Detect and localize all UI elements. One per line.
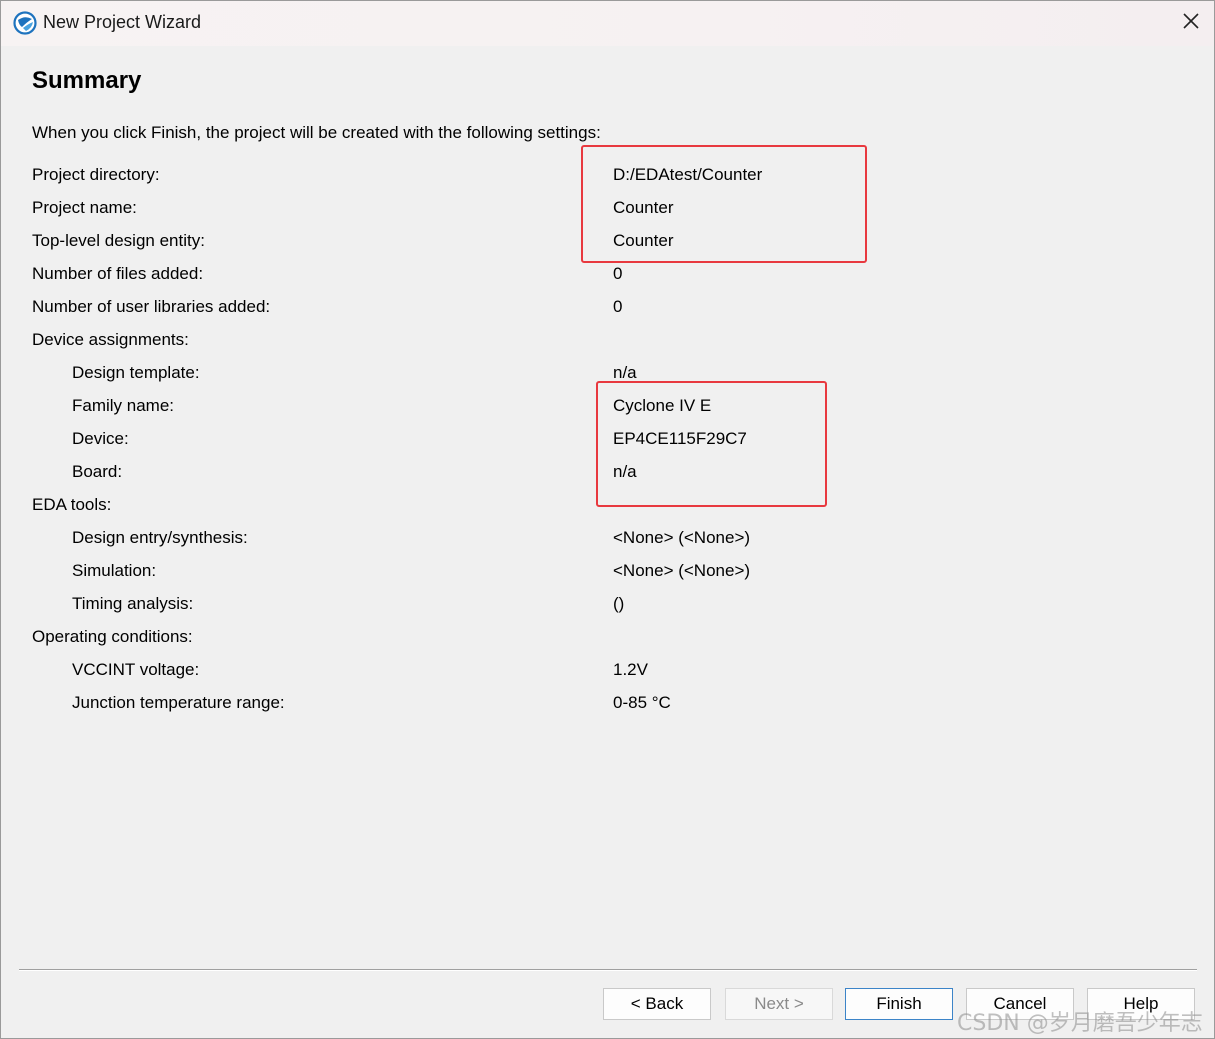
close-button[interactable] xyxy=(1168,1,1214,46)
setting-label: Design template: xyxy=(72,363,200,382)
next-button[interactable]: Next > xyxy=(725,988,833,1020)
setting-label: VCCINT voltage: xyxy=(72,660,200,679)
setting-label: Project name: xyxy=(32,198,137,217)
setting-label: Design entry/synthesis: xyxy=(72,528,248,547)
settings-row: Junction temperature range: 0-85 °C xyxy=(1,693,1214,726)
setting-value: 1.2V xyxy=(613,660,648,679)
setting-label: Device assignments: xyxy=(32,330,189,349)
settings-row: Design entry/synthesis: <None> (<None>) xyxy=(1,528,1214,561)
intro-text: When you click Finish, the project will … xyxy=(32,123,601,142)
setting-value: 0-85 °C xyxy=(613,693,671,712)
settings-row: VCCINT voltage: 1.2V xyxy=(1,660,1214,693)
setting-value: 0 xyxy=(613,264,623,283)
title-bar: New Project Wizard xyxy=(1,1,1214,46)
setting-label: Junction temperature range: xyxy=(72,693,285,712)
setting-label: Simulation: xyxy=(72,561,157,580)
setting-label: Project directory: xyxy=(32,165,160,184)
setting-label: Family name: xyxy=(72,396,175,415)
highlight-box-project xyxy=(581,145,867,263)
close-icon xyxy=(1182,12,1200,35)
settings-row: Device assignments: xyxy=(1,330,1214,363)
setting-value: <None> (<None>) xyxy=(613,561,751,580)
setting-value: <None> (<None>) xyxy=(613,528,751,547)
app-globe-icon xyxy=(13,11,37,35)
highlight-box-device xyxy=(596,381,827,507)
back-button[interactable]: < Back xyxy=(603,988,711,1020)
setting-value: () xyxy=(613,594,625,613)
setting-label: Board: xyxy=(72,462,123,481)
settings-row: Number of files added: 0 xyxy=(1,264,1214,297)
setting-value: 0 xyxy=(613,297,623,316)
page-title: Summary xyxy=(32,67,142,94)
window-title: New Project Wizard xyxy=(43,12,202,32)
setting-value: n/a xyxy=(613,363,637,382)
wizard-window: New Project Wizard Summary When you clic… xyxy=(0,0,1215,1039)
setting-label: Top-level design entity: xyxy=(32,231,205,250)
settings-row: Operating conditions: xyxy=(1,627,1214,660)
setting-label: Timing analysis: xyxy=(72,594,194,613)
settings-row: Number of user libraries added: 0 xyxy=(1,297,1214,330)
setting-label: Operating conditions: xyxy=(32,627,193,646)
finish-button[interactable]: Finish xyxy=(845,988,953,1020)
watermark: CSDN @岁月磨吾少年志 xyxy=(957,1011,1203,1036)
setting-label: Device: xyxy=(72,429,129,448)
setting-label: EDA tools: xyxy=(32,495,112,514)
setting-label: Number of user libraries added: xyxy=(32,297,271,316)
footer-separator xyxy=(19,969,1197,971)
settings-row: Simulation: <None> (<None>) xyxy=(1,561,1214,594)
setting-label: Number of files added: xyxy=(32,264,204,283)
settings-row: Timing analysis: () xyxy=(1,594,1214,627)
